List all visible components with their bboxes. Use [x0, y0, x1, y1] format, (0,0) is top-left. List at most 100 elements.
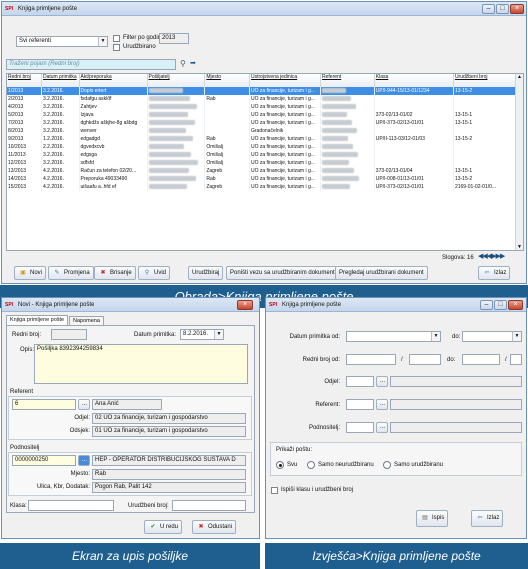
preview-registered-button[interactable]: Pregledaj urudžbirani dokument: [335, 266, 428, 280]
table-cell: [320, 143, 375, 151]
table-row[interactable]: 14/2013 4.2.2016. Preporuka 49033490 Rab UO …: [7, 175, 523, 183]
table-row[interactable]: 2/2013 3.2.2016. fsdafgu asklðf Rab UO za fi…: [7, 95, 523, 103]
exit-button-label: Izlaz: [494, 270, 507, 276]
delete-button[interactable]: ✖ Brisanje: [94, 266, 136, 280]
odjel-code-field[interactable]: [346, 376, 374, 387]
table-row[interactable]: 1/2013 3.2.2016. Dopis ertert UO za financi…: [7, 87, 523, 95]
print-button[interactable]: ▤ Ispis: [416, 510, 449, 527]
new-button[interactable]: ▣ Novi: [14, 266, 47, 280]
column-header[interactable]: Klasa: [374, 74, 454, 87]
podnositelj-label: Podnositelj:: [308, 425, 340, 431]
redni-broj-field[interactable]: [51, 329, 87, 340]
edit-button[interactable]: ✎ Promjena: [48, 266, 94, 280]
view-button[interactable]: ⚲ Uvid: [138, 266, 171, 280]
table-cell: [320, 159, 375, 167]
table-cell: [320, 103, 375, 111]
referent-code-field[interactable]: [346, 399, 374, 410]
urbroj-field[interactable]: [172, 500, 246, 511]
podnositelj-lookup-button[interactable]: ...: [78, 455, 90, 466]
column-header[interactable]: Akt/preporuka: [79, 74, 148, 87]
close-button[interactable]: ×: [237, 300, 253, 310]
referent-lookup-button[interactable]: ...: [78, 399, 90, 410]
referent-code-field[interactable]: 6: [12, 399, 76, 410]
podnositelj-code-field[interactable]: [346, 422, 374, 433]
radio-svu[interactable]: [276, 461, 284, 469]
datum-od-field[interactable]: ▼: [346, 331, 441, 342]
redni-do-field[interactable]: [462, 354, 500, 365]
results-grid[interactable]: Redni broj Datum primitka Akt/preporuka Poš…: [6, 73, 524, 251]
column-header[interactable]: Redni broj: [7, 74, 42, 87]
podnositelj-code-field[interactable]: 0000000250: [12, 455, 76, 466]
table-row[interactable]: 15/2013 4.2.2016. uišaafu a..hfd ef Zagreb U…: [7, 183, 523, 191]
referent-select[interactable]: Svi referenti ▼: [16, 36, 108, 47]
column-header[interactable]: Datum primitka: [41, 74, 80, 87]
table-row[interactable]: 4/2013 3.2.2016. Zahtjev UO za financije, t…: [7, 103, 523, 111]
vertical-scrollbar[interactable]: ▲ ▼: [515, 74, 523, 250]
column-header[interactable]: Urudžbeni broj: [453, 74, 523, 87]
minimize-button[interactable]: –: [482, 4, 495, 14]
table-row[interactable]: 8/2013 3.2.2016. wenver Gradonačelnik: [7, 127, 523, 135]
urudzbirano-checkbox[interactable]: [113, 44, 120, 51]
slash-2: /: [505, 357, 507, 363]
redacted-value: [322, 175, 360, 181]
table-row[interactable]: 10/2013 2.2.2016. dgvedxcvb Omišalj UO za fi…: [7, 143, 523, 151]
exit-button[interactable]: ⇦ Izlaz: [478, 266, 511, 280]
scroll-up-icon[interactable]: ▲: [517, 74, 522, 80]
ispisi-klasu-checkbox[interactable]: [271, 487, 278, 494]
cancel-button[interactable]: ✖ Odustani: [192, 520, 237, 534]
datum-od-label: Datum primitka od:: [289, 334, 340, 340]
radio-neurudzbirano[interactable]: [307, 461, 315, 469]
record-navigator-icon[interactable]: ◀◀◀▶▶▶: [478, 252, 505, 260]
table-cell: sdfsfd: [79, 159, 148, 167]
column-header[interactable]: Referent: [320, 74, 375, 87]
table-cell: [320, 95, 375, 103]
table-cell: UO za financije, turizam i g...: [249, 175, 322, 183]
klasa-field[interactable]: [28, 500, 114, 511]
maximize-button[interactable]: □: [494, 300, 507, 310]
year-field[interactable]: 2013: [159, 33, 189, 44]
table-cell: 2/2013: [7, 95, 42, 103]
close-button[interactable]: ×: [510, 4, 524, 14]
search-icon[interactable]: ⚲: [180, 59, 186, 68]
redacted-value: [322, 127, 358, 133]
table-row[interactable]: 9/2013 1.2.2016. edgadgd Rab UO za financije…: [7, 135, 523, 143]
podnositelj-lookup-button[interactable]: ...: [376, 422, 388, 433]
close-button[interactable]: ×: [508, 300, 523, 310]
redni-od-year-field[interactable]: [409, 354, 441, 365]
table-row[interactable]: 5/2013 3.2.2016. Izjava UO za financije, tu…: [7, 111, 523, 119]
table-cell: [147, 119, 206, 127]
table-row[interactable]: 13/2013 4.2.2016. Račun za telefon 02/20..…: [7, 167, 523, 175]
maximize-button[interactable]: □: [496, 4, 509, 14]
table-row[interactable]: 12/2013 3.2.2016. sdfsfd Omišalj UO za finan…: [7, 159, 523, 167]
table-cell: [320, 167, 375, 175]
radio-urudzbirano[interactable]: [383, 461, 391, 469]
minimize-button[interactable]: –: [480, 300, 493, 310]
odjel-lookup-button[interactable]: ...: [376, 376, 388, 387]
exit-button[interactable]: ⇦ Izlaz: [471, 510, 504, 527]
checkmark-icon: ✔: [150, 524, 156, 530]
table-cell: UO za financije, turizam i g...: [249, 119, 322, 127]
filter-year-checkbox[interactable]: [113, 35, 120, 42]
unlink-button[interactable]: Poništi vezu sa urudžbiranim dokumentom: [226, 266, 348, 280]
ok-button[interactable]: ✔ U redu: [144, 520, 183, 534]
referent-name-field: Ana Anić: [92, 399, 162, 410]
redni-do-year-field[interactable]: [510, 354, 522, 365]
redacted-value: [322, 103, 357, 109]
column-header[interactable]: Ustrojstvena jedinica: [249, 74, 322, 87]
column-header[interactable]: Mjesto: [204, 74, 250, 87]
table-cell: 10/2013: [7, 143, 42, 151]
search-input[interactable]: Traženi pojam (Redni broj): [6, 59, 176, 70]
opis-textarea[interactable]: Pošiljka 8392394259834: [34, 344, 248, 384]
register-button[interactable]: Urudžbiraj: [188, 266, 224, 280]
scroll-down-icon[interactable]: ▼: [517, 244, 522, 250]
column-header[interactable]: Pošiljatelj: [147, 74, 206, 87]
redni-od-field[interactable]: [346, 354, 396, 365]
table-row[interactable]: 11/2013 3.2.2016. edgsga Omišalj UO za finan…: [7, 151, 523, 159]
referent-lookup-button[interactable]: ...: [376, 399, 388, 410]
datum-do-field[interactable]: ▼: [462, 331, 522, 342]
table-row[interactable]: 7/2013 3.2.2016. dghkdžs aškjhe-8g ašbdg UO…: [7, 119, 523, 127]
table-cell: [374, 103, 454, 111]
table-cell: 5/2013: [7, 111, 42, 119]
datum-field[interactable]: 8.2.2016. ▼: [180, 329, 224, 340]
clear-search-icon[interactable]: ➡: [190, 59, 196, 67]
